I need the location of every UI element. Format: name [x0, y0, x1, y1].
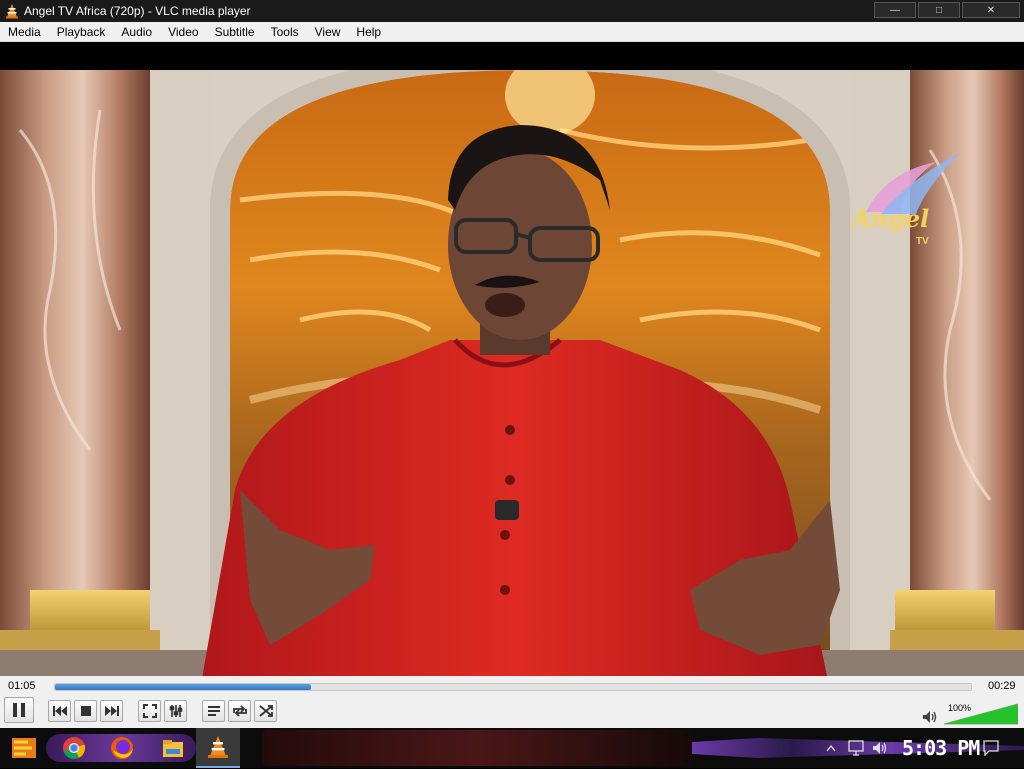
- notification-icon[interactable]: [983, 740, 999, 756]
- shuffle-icon: [258, 705, 273, 717]
- taskbar-window-preview: [262, 730, 692, 766]
- menu-help[interactable]: Help: [348, 22, 389, 42]
- extended-settings-button[interactable]: [164, 700, 187, 722]
- vlc-taskbar-button[interactable]: [196, 728, 240, 768]
- menu-view[interactable]: View: [307, 22, 349, 42]
- menu-playback[interactable]: Playback: [49, 22, 114, 42]
- channel-logo-text: Angel: [852, 204, 930, 233]
- firefox-icon: [111, 737, 133, 759]
- menu-audio[interactable]: Audio: [113, 22, 160, 42]
- fullscreen-button[interactable]: [138, 700, 161, 722]
- vlc-icon: [208, 736, 228, 758]
- extended-settings-icon: [169, 705, 182, 717]
- remaining-time[interactable]: 00:29: [988, 680, 1016, 692]
- vlc-cone-icon: [6, 4, 18, 19]
- taskbar-clock[interactable]: 5:03 PM: [902, 736, 980, 760]
- chrome-button[interactable]: [62, 736, 86, 765]
- seek-progress: [55, 684, 312, 690]
- taskbar: [0, 728, 1024, 768]
- network-icon[interactable]: [848, 740, 864, 756]
- playlist-icon: [207, 706, 220, 716]
- maximize-button[interactable]: □: [918, 2, 960, 18]
- seek-bar[interactable]: [54, 683, 972, 691]
- pause-button[interactable]: [4, 697, 34, 723]
- channel-logo: Angel TV: [846, 152, 966, 262]
- playback-controls: 01:05 00:29: [0, 676, 1024, 728]
- chevron-up-icon[interactable]: [826, 744, 836, 752]
- volume-icon[interactable]: [872, 740, 888, 756]
- start-icon: [12, 738, 36, 758]
- start-button[interactable]: [8, 732, 42, 764]
- menu-media[interactable]: Media: [0, 22, 49, 42]
- loop-icon: [232, 705, 247, 717]
- playlist-button[interactable]: [202, 700, 225, 722]
- window-title: Angel TV Africa (720p) - VLC media playe…: [24, 4, 251, 18]
- file-explorer-button[interactable]: [161, 736, 185, 765]
- shuffle-button[interactable]: [254, 700, 277, 722]
- menu-bar: Media Playback Audio Video Subtitle Tool…: [0, 22, 1024, 42]
- stop-icon: [80, 706, 91, 716]
- minimize-button[interactable]: —: [874, 2, 916, 18]
- fullscreen-icon: [142, 704, 157, 718]
- menu-video[interactable]: Video: [160, 22, 206, 42]
- stop-button[interactable]: [74, 700, 97, 722]
- next-button[interactable]: [100, 700, 123, 722]
- menu-subtitle[interactable]: Subtitle: [207, 22, 263, 42]
- speaker-icon[interactable]: [922, 710, 938, 724]
- loop-button[interactable]: [228, 700, 251, 722]
- file-explorer-icon: [163, 740, 183, 757]
- volume-percent: 100%: [948, 703, 972, 713]
- channel-logo-subtext: TV: [916, 236, 929, 247]
- title-bar[interactable]: Angel TV Africa (720p) - VLC media playe…: [0, 0, 1024, 22]
- chrome-icon: [63, 737, 86, 759]
- close-button[interactable]: ✕: [962, 2, 1020, 18]
- next-icon: [104, 706, 119, 716]
- firefox-button[interactable]: [110, 736, 134, 765]
- previous-button[interactable]: [48, 700, 71, 722]
- pause-icon: [13, 703, 25, 717]
- elapsed-time[interactable]: 01:05: [8, 680, 36, 692]
- video-area[interactable]: Angel TV: [0, 42, 1024, 676]
- previous-icon: [52, 706, 67, 716]
- menu-tools[interactable]: Tools: [263, 22, 307, 42]
- vlc-window: Angel TV Africa (720p) - VLC media playe…: [0, 0, 1024, 728]
